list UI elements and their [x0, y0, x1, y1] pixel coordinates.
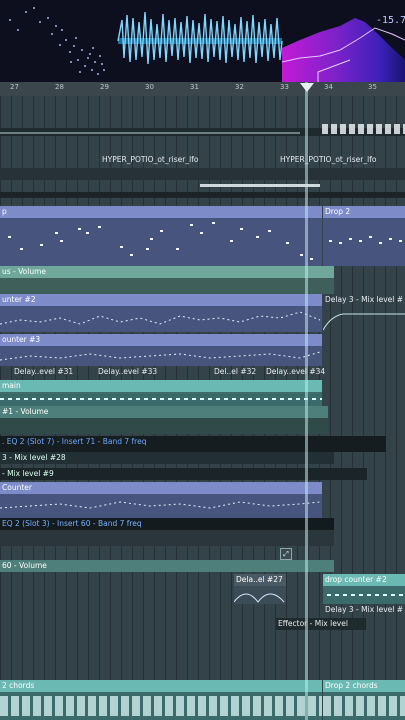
clip-label: Delay..evel #33: [98, 367, 158, 376]
clip-label: p: [2, 207, 7, 216]
clip-label: ounter #3: [2, 335, 41, 344]
clip-label: main: [2, 381, 21, 390]
bar-number: 34: [324, 83, 333, 91]
clip-eq2-slot7[interactable]: . EQ 2 (Slot 7) - Insert 71 - Band 7 fre…: [0, 436, 386, 448]
pattern-blocks[interactable]: [322, 124, 405, 134]
clip-delay-evel-34[interactable]: Delay..evel #34: [264, 366, 328, 378]
clip-chords[interactable]: 2 chords: [0, 680, 322, 692]
playhead-marker[interactable]: [300, 83, 314, 92]
clip-drop-counter-2-notes[interactable]: [323, 586, 405, 604]
bar-number: 29: [100, 83, 109, 91]
clip-main-notes[interactable]: [0, 392, 322, 406]
bar-number: 32: [235, 83, 244, 91]
visualizer-graphics: [9, 7, 405, 82]
clip-label: Delay..evel #34: [266, 367, 326, 376]
clip-del-el-32[interactable]: Del..el #32: [212, 366, 264, 378]
clip-label: - Mix level #9: [2, 469, 54, 478]
clip-drop-2-notes[interactable]: [323, 218, 405, 266]
clip-drop[interactable]: p: [0, 206, 322, 218]
clip-drop-2-chords-notes[interactable]: [323, 692, 405, 720]
clip-drop-2-chords[interactable]: Drop 2 chords: [323, 680, 405, 692]
clip-counter-notes[interactable]: [0, 494, 322, 518]
clip-riser-lfo-1[interactable]: HYPER_POTIO_ot_riser_lfo: [100, 154, 280, 166]
clip-label: Drop 2 chords: [325, 681, 378, 690]
clip-label: Drop 2: [325, 207, 351, 216]
automation-line: [0, 132, 300, 134]
clip-label: drop counter #2: [325, 575, 387, 584]
automation-body[interactable]: [234, 586, 286, 604]
clip-label: us - Volume: [2, 267, 47, 276]
clip-three-mix-28[interactable]: 3 - Mix level #28: [0, 452, 334, 464]
clip-delay3-mix-b[interactable]: Delay 3 - Mix level #: [323, 604, 405, 616]
automation-body[interactable]: [0, 418, 328, 434]
bar-number: 35: [368, 83, 377, 91]
track-lane[interactable]: [0, 192, 405, 198]
clip-label: 60 - Volume: [2, 561, 47, 570]
visualizer-panel: -15.7: [0, 0, 405, 82]
clip-riser-lfo-2[interactable]: HYPER_POTIO_ot_riser_lfo: [278, 154, 388, 166]
clip-label: Effector - Mix level: [278, 619, 348, 628]
clip-label: 2 chords: [2, 681, 35, 690]
bar-number: 27: [10, 83, 19, 91]
particle-swirl: [9, 7, 105, 75]
clip-label: unter #2: [2, 295, 36, 304]
clip-mix-9[interactable]: - Mix level #9: [0, 468, 367, 480]
clip-label: HYPER_POTIO_ot_riser_lfo: [280, 155, 377, 164]
clip-label: Delay..evel #31: [14, 367, 74, 376]
clip-counter[interactable]: Counter: [0, 482, 322, 494]
clip-counter-2[interactable]: unter #2: [0, 294, 322, 306]
clip-counter-2-notes[interactable]: [0, 306, 322, 332]
bar-number: 28: [55, 83, 64, 91]
clip-main[interactable]: main: [0, 380, 322, 392]
clip-eq2-slot3[interactable]: EQ 2 (Slot 3) - Insert 60 - Band 7 freq: [0, 518, 334, 530]
clip-chords-notes[interactable]: [0, 692, 322, 720]
playhead-line[interactable]: [305, 82, 308, 720]
clip-counter-3-notes[interactable]: [0, 346, 322, 366]
automation-curve[interactable]: [322, 308, 405, 332]
clip-drop-notes[interactable]: [0, 218, 322, 266]
bar-number: 31: [190, 83, 199, 91]
clip-drop-2[interactable]: Drop 2: [323, 206, 405, 218]
clip-counter-3[interactable]: ounter #3: [0, 334, 322, 346]
level-readout: -15.7: [376, 15, 405, 26]
clip-label: #1 - Volume: [2, 407, 49, 416]
clip-label: Delay 3 - Mix level #: [325, 605, 404, 614]
spectrum-fill: [282, 18, 405, 82]
playlist-tracks[interactable]: HYPER_POTIO_ot_riser_lfo HYPER_POTIO_ot_…: [0, 96, 405, 720]
clip-label: . EQ 2 (Slot 7) - Insert 71 - Band 7 fre…: [2, 437, 147, 446]
clip-delay-evel-31[interactable]: Delay..evel #31: [12, 366, 82, 378]
automation-body[interactable]: [0, 530, 334, 546]
bar-number: 30: [145, 83, 154, 91]
clip-label: Del..el #32: [214, 367, 257, 376]
clip-label: Dela..el #27: [236, 575, 283, 584]
clip-delay-evel-33[interactable]: Delay..evel #33: [96, 366, 166, 378]
waveform: [117, 11, 283, 65]
clip-effector-mix[interactable]: Effector - Mix level: [276, 618, 366, 630]
clip-sixty-volume[interactable]: 60 - Volume: [0, 560, 334, 572]
bar-number: 33: [280, 83, 289, 91]
clip-label: EQ 2 (Slot 3) - Insert 60 - Band 7 freq: [2, 519, 142, 528]
clip-label: Counter: [2, 483, 32, 492]
track-lane[interactable]: [0, 168, 405, 180]
timeline-ruler[interactable]: 27 28 29 30 31 32 33 34 35: [0, 82, 405, 97]
clip-dela-el-27[interactable]: Dela..el #27: [234, 574, 286, 586]
clip-label: Delay 3 - Mix level #: [325, 295, 404, 304]
clip-drop-counter-2[interactable]: drop counter #2: [323, 574, 405, 586]
automation-segment: [200, 184, 320, 187]
link-icon[interactable]: ⤢: [280, 548, 292, 560]
clip-label: HYPER_POTIO_ot_riser_lfo: [102, 155, 199, 164]
clip-label: 3 - Mix level #28: [2, 453, 66, 462]
automation-body[interactable]: [0, 278, 334, 294]
clip-bus-volume[interactable]: us - Volume: [0, 266, 334, 278]
clip-delay3-mix-a[interactable]: Delay 3 - Mix level #: [323, 294, 405, 306]
clip-one-volume[interactable]: #1 - Volume: [0, 406, 328, 418]
